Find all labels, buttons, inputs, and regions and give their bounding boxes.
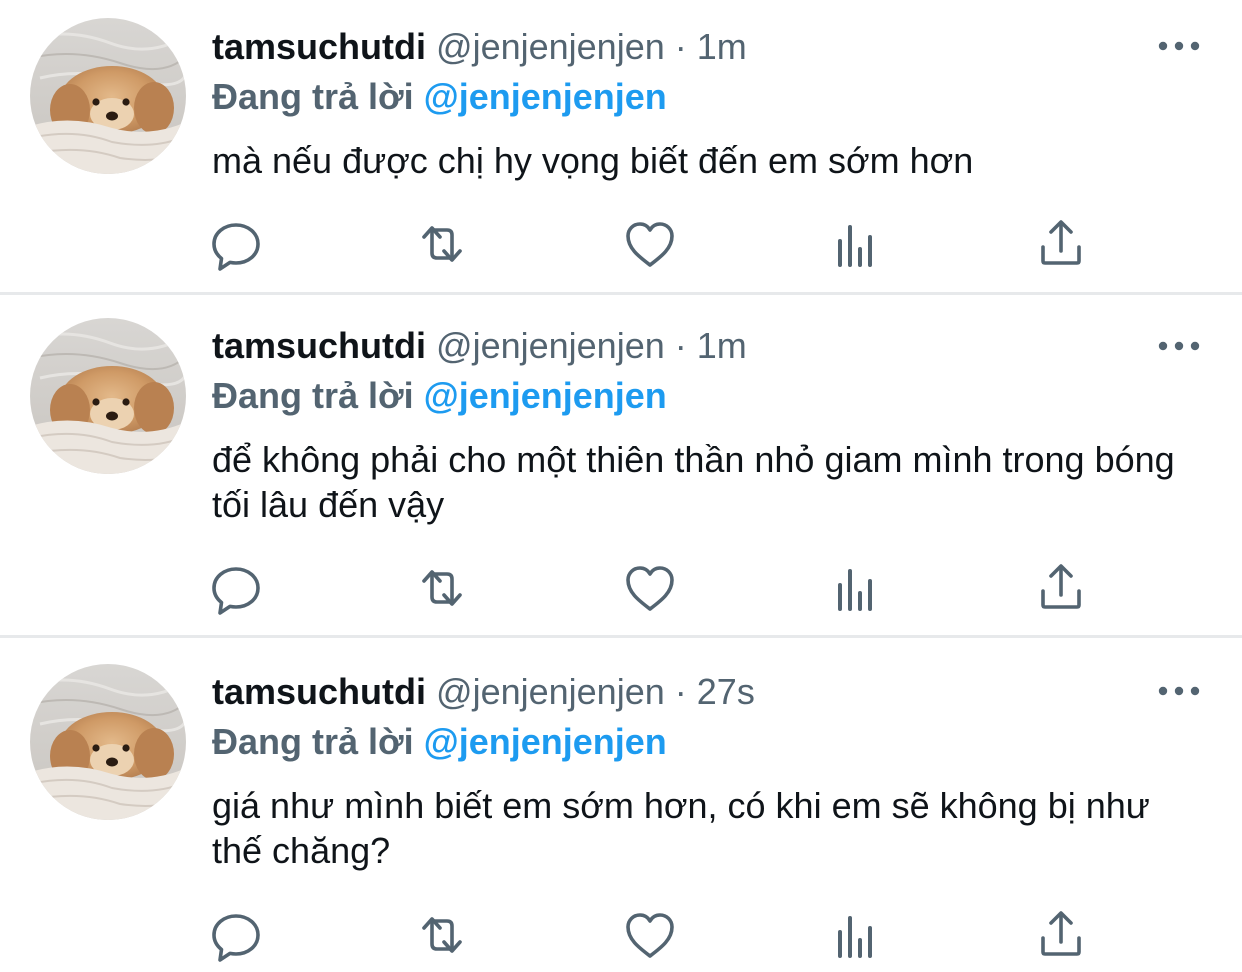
retweet-icon[interactable] bbox=[412, 904, 472, 964]
share-upload-icon[interactable] bbox=[1031, 213, 1091, 273]
tweet-text: mà nếu được chị hy vọng biết đến em sớm … bbox=[212, 140, 974, 181]
display-name[interactable]: tamsuchutdi bbox=[212, 26, 426, 67]
reply-bubble-icon[interactable] bbox=[208, 904, 268, 964]
heart-icon[interactable] bbox=[620, 904, 680, 964]
tweet-actions bbox=[0, 904, 1242, 964]
display-name[interactable]: tamsuchutdi bbox=[212, 325, 426, 366]
analytics-bars-icon[interactable] bbox=[826, 213, 886, 273]
replying-to-line: Đang trả lời @jenjenjenjen bbox=[212, 720, 667, 764]
divider bbox=[0, 635, 1242, 638]
retweet-icon[interactable] bbox=[412, 213, 472, 273]
replying-to-line: Đang trả lời @jenjenjenjen bbox=[212, 75, 667, 119]
timestamp[interactable]: 27s bbox=[697, 671, 755, 712]
more-dots-icon[interactable] bbox=[1158, 684, 1200, 698]
share-upload-icon[interactable] bbox=[1031, 904, 1091, 964]
tweet-3[interactable]: tamsuchutdi @jenjenjenjen · 27s Đang trả… bbox=[0, 639, 1242, 972]
puppy-avatar-icon[interactable] bbox=[30, 664, 186, 820]
retweet-icon[interactable] bbox=[412, 557, 472, 617]
tweet-2[interactable]: tamsuchutdi @jenjenjenjen · 1m Đang trả … bbox=[0, 295, 1242, 635]
display-name[interactable]: tamsuchutdi bbox=[212, 671, 426, 712]
tweet-header: tamsuchutdi @jenjenjenjen · 1m bbox=[212, 324, 747, 368]
user-handle[interactable]: @jenjenjenjen bbox=[436, 671, 665, 712]
tweet-text: giá như mình biết em sớm hơn, có khi em … bbox=[212, 785, 1150, 871]
user-handle[interactable]: @jenjenjenjen bbox=[436, 325, 665, 366]
reply-bubble-icon[interactable] bbox=[208, 557, 268, 617]
replying-to-label: Đang trả lời bbox=[212, 721, 414, 762]
puppy-avatar-icon[interactable] bbox=[30, 18, 186, 174]
timestamp[interactable]: 1m bbox=[697, 26, 747, 67]
heart-icon[interactable] bbox=[620, 213, 680, 273]
meta-separator: · bbox=[674, 671, 687, 712]
replying-to-handle-link[interactable]: @jenjenjenjen bbox=[424, 375, 667, 416]
meta-separator: · bbox=[674, 325, 687, 366]
replying-to-label: Đang trả lời bbox=[212, 76, 414, 117]
heart-icon[interactable] bbox=[620, 557, 680, 617]
more-dots-icon[interactable] bbox=[1158, 339, 1200, 353]
analytics-bars-icon[interactable] bbox=[826, 904, 886, 964]
tweet-actions bbox=[0, 557, 1242, 617]
replying-to-handle-link[interactable]: @jenjenjenjen bbox=[424, 76, 667, 117]
user-handle[interactable]: @jenjenjenjen bbox=[436, 26, 665, 67]
analytics-bars-icon[interactable] bbox=[826, 557, 886, 617]
timestamp[interactable]: 1m bbox=[697, 325, 747, 366]
replying-to-handle-link[interactable]: @jenjenjenjen bbox=[424, 721, 667, 762]
reply-bubble-icon[interactable] bbox=[208, 213, 268, 273]
tweet-header: tamsuchutdi @jenjenjenjen · 27s bbox=[212, 670, 755, 714]
share-upload-icon[interactable] bbox=[1031, 557, 1091, 617]
replying-to-label: Đang trả lời bbox=[212, 375, 414, 416]
tweet-header: tamsuchutdi @jenjenjenjen · 1m bbox=[212, 25, 747, 69]
tweet-text: để không phải cho một thiên thần nhỏ gia… bbox=[212, 439, 1175, 525]
meta-separator: · bbox=[674, 26, 687, 67]
replying-to-line: Đang trả lời @jenjenjenjen bbox=[212, 374, 667, 418]
tweet-actions bbox=[0, 213, 1242, 273]
more-dots-icon[interactable] bbox=[1158, 39, 1200, 53]
tweet-1[interactable]: tamsuchutdi @jenjenjenjen · 1m Đang trả … bbox=[0, 0, 1242, 292]
puppy-avatar-icon[interactable] bbox=[30, 318, 186, 474]
